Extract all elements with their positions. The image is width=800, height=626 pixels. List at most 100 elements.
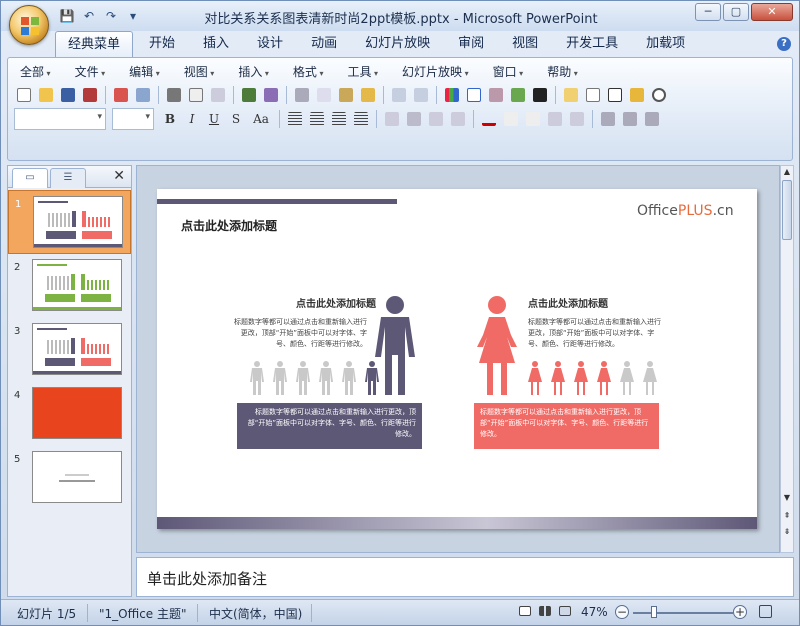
menu-item-3[interactable]: 视图 xyxy=(176,64,223,82)
tab-5[interactable]: 幻灯片放映 xyxy=(353,31,442,57)
quick-styles-icon[interactable] xyxy=(642,109,662,129)
new-icon[interactable] xyxy=(14,85,34,105)
normal-view-icon[interactable] xyxy=(517,603,535,621)
decrease-indent-icon[interactable] xyxy=(545,109,565,129)
zoom-out-button[interactable]: − xyxy=(615,605,629,619)
minimize-button[interactable]: ─ xyxy=(695,3,721,21)
tab-2[interactable]: 插入 xyxy=(191,31,241,57)
scroll-up-icon[interactable]: ▲ xyxy=(781,166,793,178)
help-icon[interactable]: ? xyxy=(777,37,791,51)
slideshow-icon[interactable] xyxy=(557,603,575,621)
save-as-icon[interactable] xyxy=(80,85,100,105)
slide-sorter-icon[interactable] xyxy=(537,603,555,621)
increase-indent-icon[interactable] xyxy=(567,109,587,129)
cut-icon[interactable] xyxy=(292,85,312,105)
insert-picture-icon[interactable] xyxy=(508,85,528,105)
outline-tab[interactable]: ☰ xyxy=(50,168,86,188)
shapes-icon[interactable] xyxy=(598,109,618,129)
zoom-icon[interactable] xyxy=(649,85,669,105)
slide-thumbnail[interactable]: 1 xyxy=(8,190,131,254)
scroll-down-icon[interactable]: ▼ xyxy=(781,492,793,504)
zoom-level[interactable]: 47% xyxy=(581,605,608,619)
spelling-icon[interactable] xyxy=(239,85,259,105)
menu-item-5[interactable]: 格式 xyxy=(285,64,332,82)
format-painter-icon[interactable] xyxy=(358,85,378,105)
print-icon[interactable] xyxy=(164,85,184,105)
change-case-button[interactable]: Aa xyxy=(248,109,274,129)
copy-icon[interactable] xyxy=(314,85,334,105)
print-preview-icon[interactable] xyxy=(186,85,206,105)
maximize-button[interactable]: ▢ xyxy=(723,3,749,21)
office-button[interactable] xyxy=(9,5,49,45)
current-slide[interactable]: 点击此处添加标题 OfficePLUS.cn 点击此处添加标题 标题数字等都可以… xyxy=(157,189,757,529)
undo-icon[interactable] xyxy=(389,85,409,105)
next-slide-icon[interactable]: ⇟ xyxy=(781,526,793,538)
save-icon[interactable] xyxy=(58,85,78,105)
insert-chart-icon[interactable] xyxy=(442,85,462,105)
slide-thumbnail[interactable]: 4 xyxy=(8,382,131,446)
italic-button[interactable]: I xyxy=(182,109,202,129)
slide-thumbnail[interactable]: 5 xyxy=(8,446,131,510)
redo-icon[interactable] xyxy=(411,85,431,105)
text-direction-icon[interactable] xyxy=(404,109,424,129)
tab-8[interactable]: 开发工具 xyxy=(554,31,630,57)
insert-table-icon[interactable] xyxy=(464,85,484,105)
numbering-icon[interactable] xyxy=(426,109,446,129)
tab-4[interactable]: 动画 xyxy=(299,31,349,57)
close-pane-icon[interactable]: ✕ xyxy=(113,168,125,184)
fit-to-window-icon[interactable] xyxy=(757,603,775,621)
new-slide-icon[interactable] xyxy=(561,85,581,105)
menu-item-2[interactable]: 编辑 xyxy=(121,64,168,82)
slide-title[interactable]: 点击此处添加标题 xyxy=(181,217,277,234)
right-body-text[interactable]: 标题数字等都可以通过点击和重新输入进行更改，顶部“开始”面板中可以对字体、字号、… xyxy=(528,317,662,350)
zoom-slider[interactable] xyxy=(633,612,733,614)
increase-font-icon[interactable] xyxy=(501,109,521,129)
slide-thumbnail[interactable]: 2 xyxy=(8,254,131,318)
menu-item-8[interactable]: 窗口 xyxy=(485,64,532,82)
font-size-combo[interactable] xyxy=(112,108,154,130)
right-text-box[interactable]: 标题数字等都可以通过点击和重新输入进行更改，顶部“开始”面板中可以对字体、字号、… xyxy=(474,403,659,449)
font-color-icon[interactable] xyxy=(479,109,499,129)
zoom-in-button[interactable]: + xyxy=(733,605,747,619)
tab-9[interactable]: 加载项 xyxy=(634,31,697,57)
right-subtitle[interactable]: 点击此处添加标题 xyxy=(528,295,608,310)
bullets-icon[interactable] xyxy=(448,109,468,129)
menu-item-0[interactable]: 全部 xyxy=(12,64,59,82)
tab-3[interactable]: 设计 xyxy=(245,31,295,57)
font-name-combo[interactable] xyxy=(14,108,106,130)
justify-icon[interactable] xyxy=(351,109,371,129)
zoom-slider-knob[interactable] xyxy=(651,606,657,618)
slide-thumbnail[interactable]: 3 xyxy=(8,318,131,382)
menu-item-7[interactable]: 幻灯片放映 xyxy=(394,64,477,82)
left-body-text[interactable]: 标题数字等都可以通过点击和重新输入进行更改，顶部“开始”面板中可以对字体、字号、… xyxy=(233,317,367,350)
previous-slide-icon[interactable]: ⇞ xyxy=(781,510,793,522)
research-icon[interactable] xyxy=(261,85,281,105)
tab-6[interactable]: 审阅 xyxy=(446,31,496,57)
notes-pane[interactable]: 单击此处添加备注 xyxy=(136,557,794,597)
menu-item-1[interactable]: 文件 xyxy=(67,64,114,82)
left-subtitle[interactable]: 点击此处添加标题 xyxy=(296,295,376,310)
paste-icon[interactable] xyxy=(336,85,356,105)
close-button[interactable]: ✕ xyxy=(751,3,793,21)
menu-item-4[interactable]: 插入 xyxy=(230,64,277,82)
align-center-icon[interactable] xyxy=(307,109,327,129)
menu-item-6[interactable]: 工具 xyxy=(339,64,386,82)
publish-icon[interactable] xyxy=(133,85,153,105)
tab-1[interactable]: 开始 xyxy=(137,31,187,57)
menu-item-9[interactable]: 帮助 xyxy=(539,64,586,82)
bold-button[interactable]: B xyxy=(160,109,180,129)
layout-icon[interactable] xyxy=(583,85,603,105)
left-text-box[interactable]: 标题数字等都可以通过点击和重新输入进行更改，顶部“开始”面板中可以对字体、字号、… xyxy=(237,403,422,449)
align-left-icon[interactable] xyxy=(285,109,305,129)
folder-icon[interactable] xyxy=(627,85,647,105)
slides-tab[interactable]: ▭ xyxy=(12,168,48,188)
permission-icon[interactable] xyxy=(111,85,131,105)
columns-icon[interactable] xyxy=(382,109,402,129)
text-box-icon[interactable] xyxy=(605,85,625,105)
align-right-icon[interactable] xyxy=(329,109,349,129)
underline-button[interactable]: U xyxy=(204,109,224,129)
color-scheme-icon[interactable] xyxy=(530,85,550,105)
scroll-thumb[interactable] xyxy=(782,180,792,240)
theme-name[interactable]: "1_Office 主题" xyxy=(99,605,187,622)
tab-0[interactable]: 经典菜单 xyxy=(55,31,134,57)
